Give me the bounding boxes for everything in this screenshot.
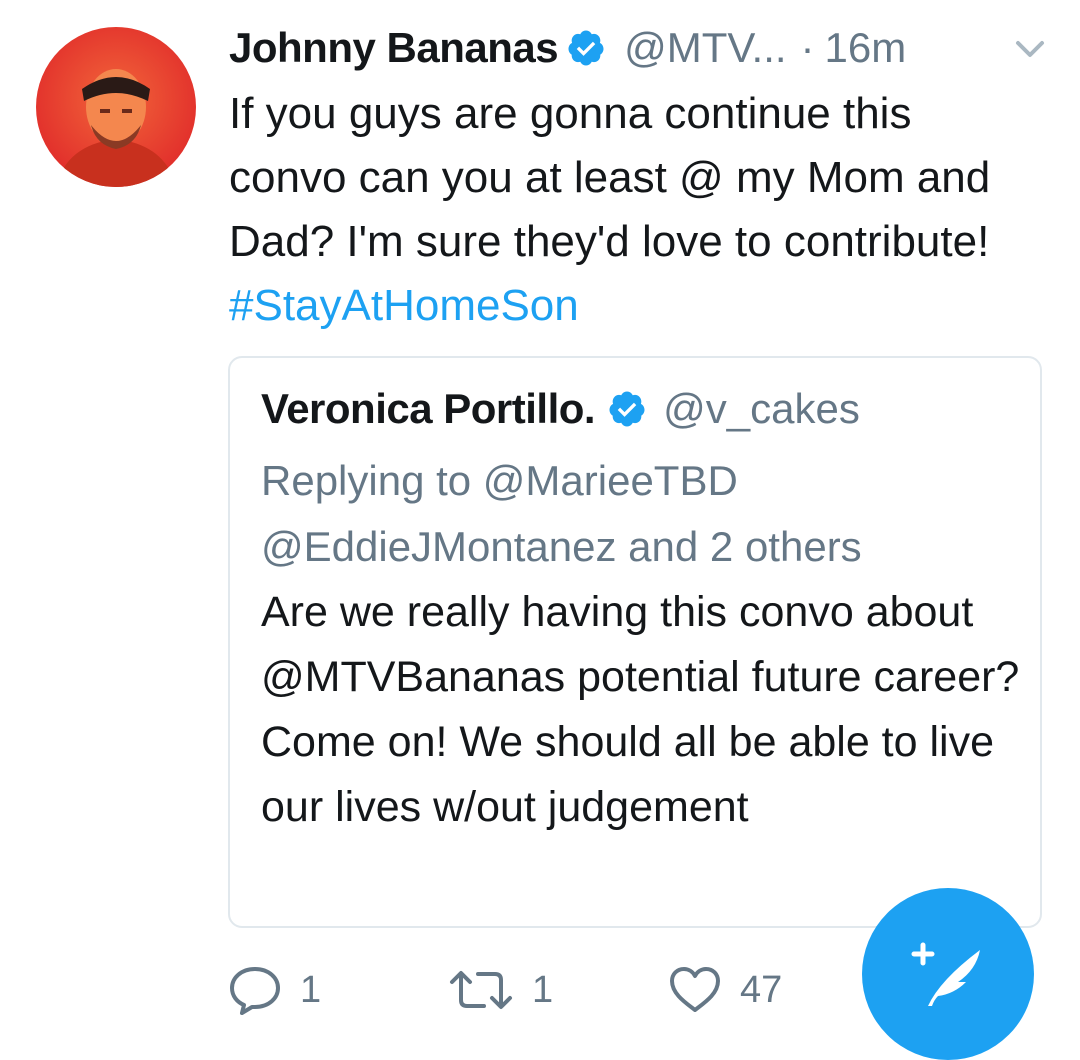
verified-badge-icon [607, 389, 647, 429]
tweet-actions: 1 1 47 [228, 962, 868, 1022]
timestamp[interactable]: 16m [825, 24, 907, 72]
like-count: 47 [740, 968, 783, 1011]
retweet-count: 1 [532, 968, 554, 1011]
quoted-tweet-header: Veronica Portillo. @v_cakes [261, 380, 860, 438]
hashtag-link[interactable]: #StayAtHomeSon [229, 281, 579, 330]
tweet-body: If you guys are gonna continue this conv… [229, 89, 991, 266]
tweet-header: Johnny Bananas @MTV... · 16m [229, 18, 1049, 78]
separator-dot: · [800, 24, 815, 71]
replying-to: Replying to @MarieeTBD @EddieJMontanez a… [261, 448, 1021, 580]
author-handle[interactable]: @MTV... [624, 24, 786, 72]
verified-badge-icon [566, 28, 606, 68]
reply-icon [230, 967, 280, 1015]
compose-tweet-icon [911, 942, 980, 1006]
quoted-tweet-card[interactable]: Veronica Portillo. @v_cakes Replying to … [228, 356, 1042, 928]
like-button[interactable]: 47 [668, 962, 782, 1018]
chevron-down-icon[interactable] [1010, 34, 1050, 64]
quoted-tweet-text: Are we really having this convo about @M… [261, 588, 1020, 831]
replying-to-line-1: Replying to @MarieeTBD [261, 457, 738, 504]
quoted-author-handle: @v_cakes [663, 385, 860, 432]
replying-to-line-2: @EddieJMontanez and 2 others [261, 523, 862, 570]
heart-icon [670, 967, 720, 1012]
tweet-text: If you guys are gonna continue this conv… [229, 82, 1029, 338]
retweet-button[interactable]: 1 [448, 962, 553, 1018]
compose-tweet-button[interactable] [862, 888, 1034, 1060]
retweet-icon [450, 971, 512, 1009]
author-name[interactable]: Johnny Bananas [229, 24, 559, 72]
reply-button[interactable]: 1 [228, 962, 321, 1018]
reply-count: 1 [300, 968, 322, 1011]
avatar[interactable] [36, 27, 196, 187]
quoted-author-name: Veronica Portillo. [261, 385, 596, 432]
